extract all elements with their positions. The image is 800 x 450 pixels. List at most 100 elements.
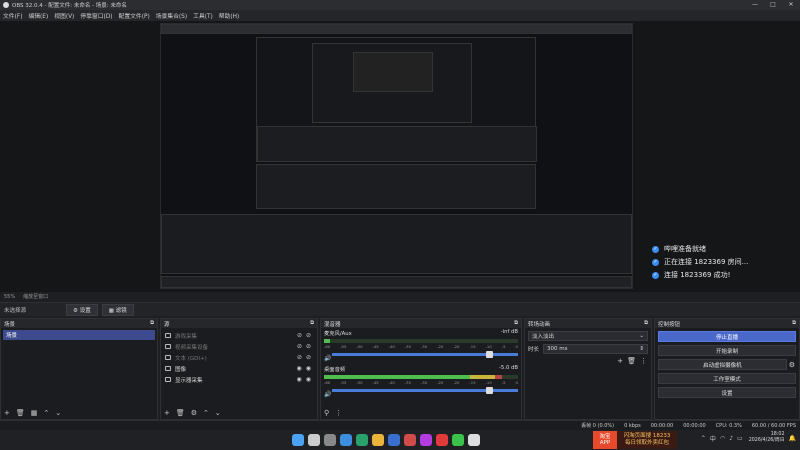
lock-icon[interactable]: ⊘: [306, 332, 311, 339]
clock[interactable]: 18:02 2026/4/26/周日: [749, 432, 785, 444]
eye-icon[interactable]: ◉: [297, 376, 302, 383]
battery-icon[interactable]: ▭: [737, 435, 743, 442]
edge-icon[interactable]: [356, 434, 368, 446]
dock-float-icon[interactable]: ⧉: [150, 320, 154, 327]
transitions-dock: 转场动画 ⧉ 淡入淡出 ⌄ 时长 300 ms ⇕ + 🗑 ⋮: [524, 318, 652, 420]
app-icon[interactable]: [420, 434, 432, 446]
browser-icon[interactable]: [340, 434, 352, 446]
nested-preview-1: [256, 37, 537, 162]
more-icon[interactable]: ⋮: [335, 409, 342, 417]
duration-spinbox[interactable]: 300 ms ⇕: [543, 344, 648, 354]
source-item[interactable]: 显示器采集 ◉ ◉: [161, 374, 317, 385]
filters-button[interactable]: ▦ 滤镜: [101, 303, 134, 316]
studio-mode-button[interactable]: 工作室模式: [658, 373, 796, 384]
zoom-bar: 55% 缩放至窗口: [0, 292, 800, 301]
ad-logo-bottom: APP: [599, 440, 611, 446]
dock-float-icon[interactable]: ⧉: [514, 320, 518, 327]
chevron-down-icon[interactable]: ⌄: [55, 409, 61, 417]
stop-streaming-button[interactable]: 停止直播: [658, 331, 796, 342]
nested-titlebar: [161, 24, 632, 34]
chevron-down-icon: ⌄: [639, 333, 644, 339]
obs-icon[interactable]: [468, 434, 480, 446]
lock-icon[interactable]: ◉: [306, 365, 311, 372]
file-explorer-icon[interactable]: [372, 434, 384, 446]
volume-slider[interactable]: [332, 351, 518, 358]
source-item[interactable]: 视频采集设备 ⊘ ⊘: [161, 341, 317, 352]
search-icon[interactable]: [308, 434, 320, 446]
eye-slash-icon[interactable]: ⊘: [297, 354, 302, 361]
source-name: 显示器采集: [175, 377, 203, 384]
task-view-icon[interactable]: [324, 434, 336, 446]
windows-logo-icon[interactable]: [292, 434, 304, 446]
add-icon[interactable]: +: [4, 409, 10, 417]
gear-icon[interactable]: ⚙: [191, 409, 197, 417]
transition-select[interactable]: 淡入淡出 ⌄: [528, 331, 648, 341]
dock-float-icon[interactable]: ⧉: [644, 320, 648, 327]
eye-slash-icon[interactable]: ⊘: [297, 343, 302, 350]
trash-icon[interactable]: 🗑: [16, 409, 25, 417]
sources-dock: 源 ⧉ 游戏采集 ⊘ ⊘ 视频采集设备 ⊘ ⊘ 文本 (GDI+) ⊘ ⊘ 图像 ◉ ◉ 显示器采…: [160, 318, 318, 420]
chevron-up-icon[interactable]: ⌃: [701, 435, 706, 442]
source-item[interactable]: 图像 ◉ ◉: [161, 363, 317, 374]
taobao-ad[interactable]: 淘宝 APP 闪淘页面搜 18233 每日领取外卖红包: [593, 431, 677, 449]
minimize-button[interactable]: —: [746, 0, 764, 10]
wifi-icon[interactable]: ◠: [720, 435, 725, 442]
dock-float-icon[interactable]: ⧉: [310, 320, 314, 327]
menu-file[interactable]: 文件(F): [3, 11, 22, 20]
volume-slider[interactable]: [332, 387, 518, 394]
live-timer: 00:00:00: [650, 422, 674, 429]
menu-profile[interactable]: 配置文件(P): [119, 11, 150, 20]
properties-button[interactable]: ⚙ 设置: [66, 303, 98, 316]
input-method-icon[interactable]: 中: [710, 434, 716, 443]
zoom-label[interactable]: 缩放至窗口: [23, 293, 48, 300]
menu-edit[interactable]: 编辑(E): [28, 11, 48, 20]
dock-float-icon[interactable]: ⧉: [792, 320, 796, 327]
scene-item[interactable]: 场景: [3, 330, 155, 340]
netease-music-icon[interactable]: [436, 434, 448, 446]
link-icon[interactable]: ⚲: [324, 409, 329, 417]
preview-canvas[interactable]: [160, 23, 633, 289]
start-virtual-camera-button[interactable]: 启动虚拟摄像机: [658, 359, 787, 370]
menu-view[interactable]: 视图(V): [54, 11, 74, 20]
start-recording-button[interactable]: 开始录制: [658, 345, 796, 356]
speaker-icon[interactable]: 🔊: [324, 391, 331, 398]
more-icon[interactable]: ⋮: [640, 357, 647, 365]
maximize-button[interactable]: □: [764, 0, 782, 10]
add-icon[interactable]: +: [617, 357, 623, 365]
gear-icon[interactable]: ⚙: [789, 361, 795, 369]
wechat-icon[interactable]: [452, 434, 464, 446]
close-button[interactable]: ✕: [782, 0, 800, 10]
volume-knob[interactable]: [486, 351, 494, 358]
menu-help[interactable]: 帮助(H): [219, 11, 239, 20]
lock-icon[interactable]: ⊘: [306, 354, 311, 361]
source-item[interactable]: 游戏采集 ⊘ ⊘: [161, 330, 317, 341]
volume-knob[interactable]: [486, 387, 494, 394]
chevron-up-icon[interactable]: ⌃: [43, 409, 49, 417]
source-item[interactable]: 文本 (GDI+) ⊘ ⊘: [161, 352, 317, 363]
bitrate: 0 kbps: [624, 422, 641, 429]
chevron-down-icon[interactable]: ⌄: [215, 409, 221, 417]
speaker-icon[interactable]: 🔊: [324, 355, 331, 362]
sources-list: 游戏采集 ⊘ ⊘ 视频采集设备 ⊘ ⊘ 文本 (GDI+) ⊘ ⊘ 图像 ◉ ◉ 显示器采集 ◉ ◉: [161, 328, 317, 385]
notification-bell-icon[interactable]: 🔔: [789, 435, 796, 442]
menu-scene-collection[interactable]: 场景集合(S): [156, 11, 187, 20]
sources-dock-header: 源 ⧉: [161, 319, 317, 328]
eye-icon[interactable]: ◉: [297, 365, 302, 372]
filter-icon[interactable]: ▦: [31, 409, 38, 417]
add-icon[interactable]: +: [164, 409, 170, 417]
controls-dock-header: 控制按钮 ⧉: [655, 319, 799, 328]
game-icon[interactable]: [404, 434, 416, 446]
eye-slash-icon[interactable]: ⊘: [297, 332, 302, 339]
steam-icon[interactable]: [388, 434, 400, 446]
mixer-dock-header: 混音器 ⧉: [321, 319, 521, 328]
lock-icon[interactable]: ◉: [306, 376, 311, 383]
lock-icon[interactable]: ⊘: [306, 343, 311, 350]
menu-docks[interactable]: 停靠窗口(D): [80, 11, 112, 20]
settings-button[interactable]: 设置: [658, 387, 796, 398]
zoom-value[interactable]: 55%: [4, 294, 15, 300]
trash-icon[interactable]: 🗑: [627, 357, 636, 365]
chevron-up-icon[interactable]: ⌃: [203, 409, 209, 417]
menu-tools[interactable]: 工具(T): [193, 11, 213, 20]
trash-icon[interactable]: 🗑: [176, 409, 185, 417]
speaker-icon[interactable]: ♪: [729, 435, 733, 442]
